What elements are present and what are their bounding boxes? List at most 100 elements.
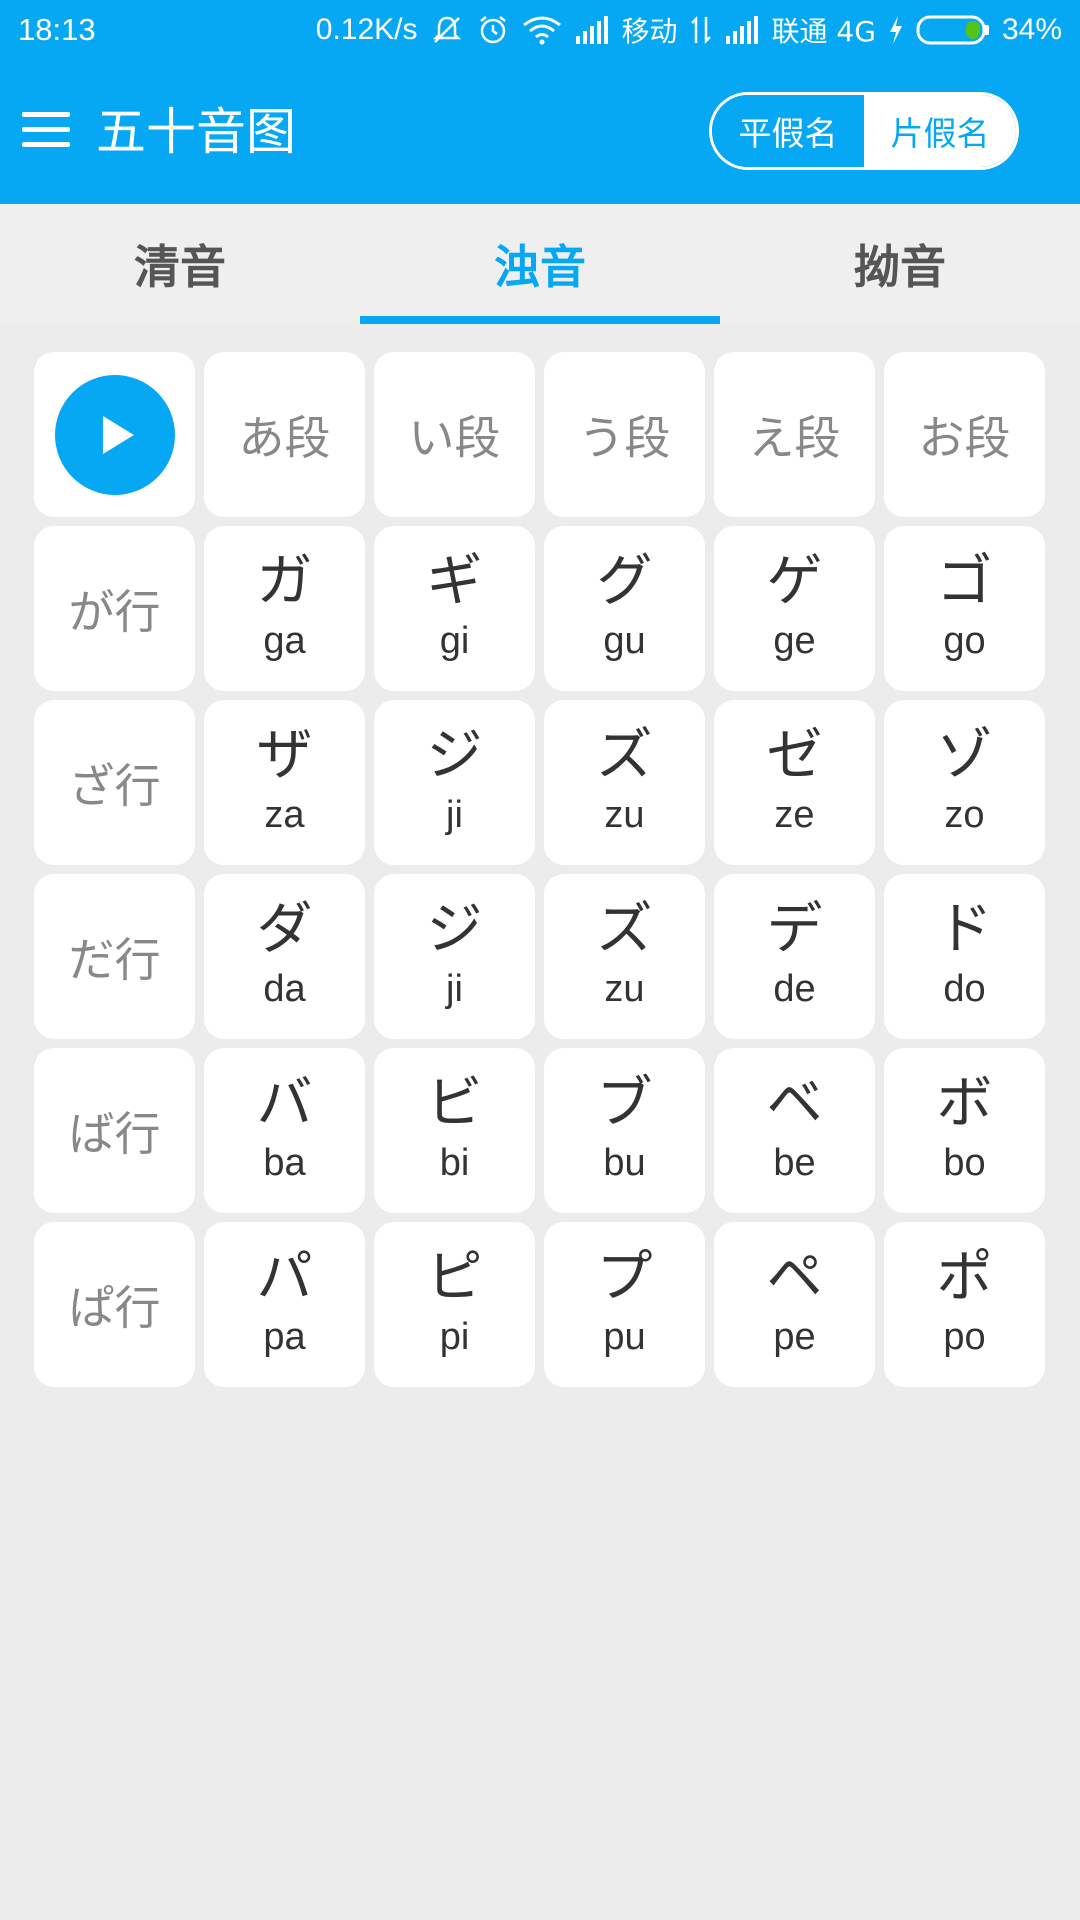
- kana-char: ゾ: [936, 722, 993, 788]
- tab-seion[interactable]: 清音: [0, 204, 360, 324]
- row-header-pa[interactable]: ぱ行: [34, 1222, 195, 1387]
- kana-char: ダ: [256, 896, 313, 962]
- kana-cell-pi[interactable]: ピ pi: [374, 1222, 535, 1387]
- kana-cell-ba[interactable]: バ ba: [204, 1048, 365, 1213]
- kana-char: バ: [256, 1070, 313, 1136]
- charging-icon: [888, 15, 904, 45]
- kana-char: プ: [596, 1244, 653, 1310]
- romaji-label: bo: [943, 1141, 986, 1184]
- kana-cell-dji[interactable]: ジ ji: [374, 874, 535, 1039]
- romaji-label: ba: [263, 1141, 306, 1184]
- kana-cell-pu[interactable]: プ pu: [544, 1222, 705, 1387]
- kana-cell-dzu[interactable]: ズ zu: [544, 874, 705, 1039]
- signal-icon-2: [724, 16, 760, 44]
- kana-char: ペ: [766, 1244, 823, 1310]
- kana-char: ザ: [256, 722, 313, 788]
- romaji-label: be: [773, 1141, 816, 1184]
- kana-toggle: 平假名 片假名: [709, 92, 1019, 170]
- romaji-label: zo: [944, 793, 985, 836]
- kana-cell-zo[interactable]: ゾ zo: [884, 700, 1045, 865]
- kana-cell-da[interactable]: ダ da: [204, 874, 365, 1039]
- menu-icon[interactable]: [22, 112, 70, 148]
- kana-cell-bu[interactable]: ブ bu: [544, 1048, 705, 1213]
- column-header-a[interactable]: あ段: [204, 352, 365, 517]
- kana-char: ゼ: [766, 722, 823, 788]
- play-cell: [34, 352, 195, 517]
- romaji-label: da: [263, 967, 306, 1010]
- kana-cell-zu[interactable]: ズ zu: [544, 700, 705, 865]
- carrier-1: 移动: [621, 15, 678, 48]
- kana-char: パ: [256, 1244, 313, 1310]
- data-transfer-icon: [690, 15, 712, 45]
- kana-char: ジ: [426, 722, 483, 788]
- column-header-u[interactable]: う段: [544, 352, 705, 517]
- romaji-label: pi: [439, 1315, 470, 1358]
- romaji-label: po: [943, 1315, 986, 1358]
- app-bar: 五十音图 平假名 片假名: [0, 60, 1080, 204]
- kana-cell-za[interactable]: ザ za: [204, 700, 365, 865]
- kana-cell-be[interactable]: ベ be: [714, 1048, 875, 1213]
- kana-char: グ: [596, 548, 653, 614]
- romaji-label: go: [943, 619, 986, 662]
- column-header-e[interactable]: え段: [714, 352, 875, 517]
- kana-cell-ji[interactable]: ジ ji: [374, 700, 535, 865]
- kana-cell-po[interactable]: ポ po: [884, 1222, 1045, 1387]
- romaji-label: zu: [604, 793, 645, 836]
- kana-cell-gu[interactable]: グ gu: [544, 526, 705, 691]
- kana-cell-de[interactable]: デ de: [714, 874, 875, 1039]
- status-right: 0.12K/s 移动 联通 4G 34%: [316, 10, 1062, 50]
- kana-cell-ze[interactable]: ゼ ze: [714, 700, 875, 865]
- kana-cell-pe[interactable]: ペ pe: [714, 1222, 875, 1387]
- status-time: 18:13: [18, 12, 96, 47]
- battery-icon: [916, 14, 990, 46]
- row-header-ga[interactable]: が行: [34, 526, 195, 691]
- romaji-label: bu: [603, 1141, 646, 1184]
- romaji-label: de: [773, 967, 816, 1010]
- tab-youon[interactable]: 拗音: [720, 204, 1080, 324]
- row-header-ba[interactable]: ば行: [34, 1048, 195, 1213]
- row-header-za[interactable]: ざ行: [34, 700, 195, 865]
- romaji-label: ze: [774, 793, 815, 836]
- tab-dakuon[interactable]: 浊音: [360, 204, 720, 324]
- kana-cell-go[interactable]: ゴ go: [884, 526, 1045, 691]
- romaji-label: gi: [439, 619, 470, 662]
- romaji-label: pa: [263, 1315, 306, 1358]
- kana-char: ズ: [596, 896, 653, 962]
- status-bar: 18:13 0.12K/s 移动 联通 4G 34%: [0, 0, 1080, 60]
- romaji-label: pu: [603, 1315, 646, 1358]
- kana-cell-bi[interactable]: ビ bi: [374, 1048, 535, 1213]
- kana-char: ド: [936, 896, 993, 962]
- kana-cell-do[interactable]: ド do: [884, 874, 1045, 1039]
- kana-char: ガ: [256, 548, 313, 614]
- toggle-hiragana[interactable]: 平假名: [712, 95, 864, 167]
- kana-char: ピ: [426, 1244, 483, 1310]
- romaji-label: bi: [439, 1141, 470, 1184]
- romaji-label: ji: [446, 793, 463, 836]
- signal-icon: [574, 16, 610, 44]
- kana-char: ギ: [426, 548, 483, 614]
- row-header-da[interactable]: だ行: [34, 874, 195, 1039]
- romaji-label: do: [943, 967, 986, 1010]
- romaji-label: zu: [604, 967, 645, 1010]
- toggle-katakana[interactable]: 片假名: [864, 95, 1016, 167]
- network-speed: 0.12K/s: [315, 13, 418, 46]
- kana-cell-gi[interactable]: ギ gi: [374, 526, 535, 691]
- kana-cell-ga[interactable]: ガ ga: [204, 526, 365, 691]
- column-header-o[interactable]: お段: [884, 352, 1045, 517]
- play-button[interactable]: [54, 374, 175, 495]
- tab-bar: 清音 浊音 拗音: [0, 204, 1080, 324]
- kana-char: ポ: [936, 1244, 993, 1310]
- romaji-label: ji: [446, 967, 463, 1010]
- kana-char: ボ: [936, 1070, 993, 1136]
- battery-percent: 34%: [1001, 13, 1062, 46]
- column-header-i[interactable]: い段: [374, 352, 535, 517]
- wifi-icon: [522, 15, 562, 45]
- kana-char: ゲ: [766, 548, 823, 614]
- kana-cell-ge[interactable]: ゲ ge: [714, 526, 875, 691]
- kana-cell-bo[interactable]: ボ bo: [884, 1048, 1045, 1213]
- alarm-icon: [476, 13, 510, 47]
- romaji-label: ga: [263, 619, 306, 662]
- romaji-label: gu: [603, 619, 646, 662]
- page-title: 五十音图: [96, 103, 296, 161]
- kana-cell-pa[interactable]: パ pa: [204, 1222, 365, 1387]
